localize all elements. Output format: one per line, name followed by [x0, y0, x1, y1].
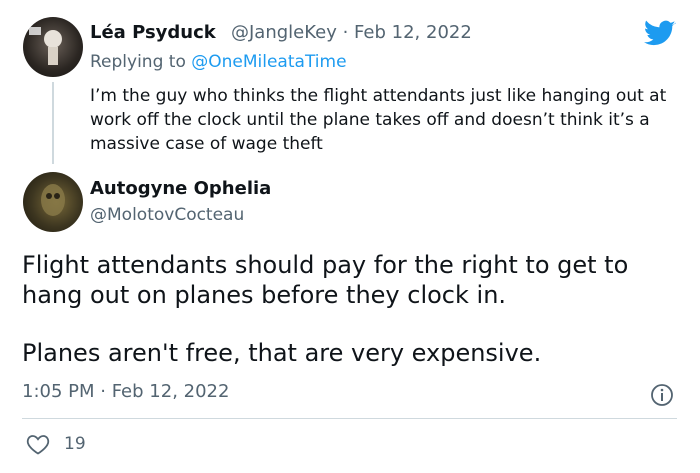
info-icon[interactable]	[650, 383, 674, 407]
heart-icon[interactable]	[26, 433, 50, 455]
main-tweet-text: Flight attendants should pay for the rig…	[22, 250, 682, 368]
reply-author-avatar[interactable]	[23, 17, 83, 77]
twitter-bird-icon[interactable]	[644, 20, 676, 48]
like-count[interactable]: 19	[64, 434, 86, 454]
avatar-figure-icon	[41, 184, 65, 216]
avatar-figure-icon	[29, 27, 62, 65]
main-author-avatar[interactable]	[23, 172, 83, 232]
main-tweet-paragraph-1: Flight attendants should pay for the rig…	[22, 251, 629, 309]
replying-to-line: Replying to @OneMileataTime	[90, 52, 347, 72]
main-author-name[interactable]: Autogyne Ophelia	[90, 178, 271, 199]
replying-prefix: Replying to	[90, 52, 192, 72]
main-tweet-paragraph-2: Planes aren't free, that are very expens…	[22, 339, 542, 367]
reply-tweet-text: I’m the guy who thinks the flight attend…	[90, 86, 667, 154]
reply-tweet: Léa Psyduck @JangleKey · Feb 12, 2022 Re…	[0, 0, 700, 170]
thread-connector-line	[52, 82, 54, 164]
reply-author-meta[interactable]: @JangleKey · Feb 12, 2022	[231, 22, 472, 43]
replying-to-handle-link[interactable]: @OneMileataTime	[191, 52, 346, 72]
main-author-handle[interactable]: @MolotovCocteau	[90, 205, 244, 225]
tweet-timestamp[interactable]: 1:05 PM · Feb 12, 2022	[22, 381, 229, 402]
reply-author-name[interactable]: Léa Psyduck	[90, 22, 216, 43]
divider	[22, 418, 677, 419]
